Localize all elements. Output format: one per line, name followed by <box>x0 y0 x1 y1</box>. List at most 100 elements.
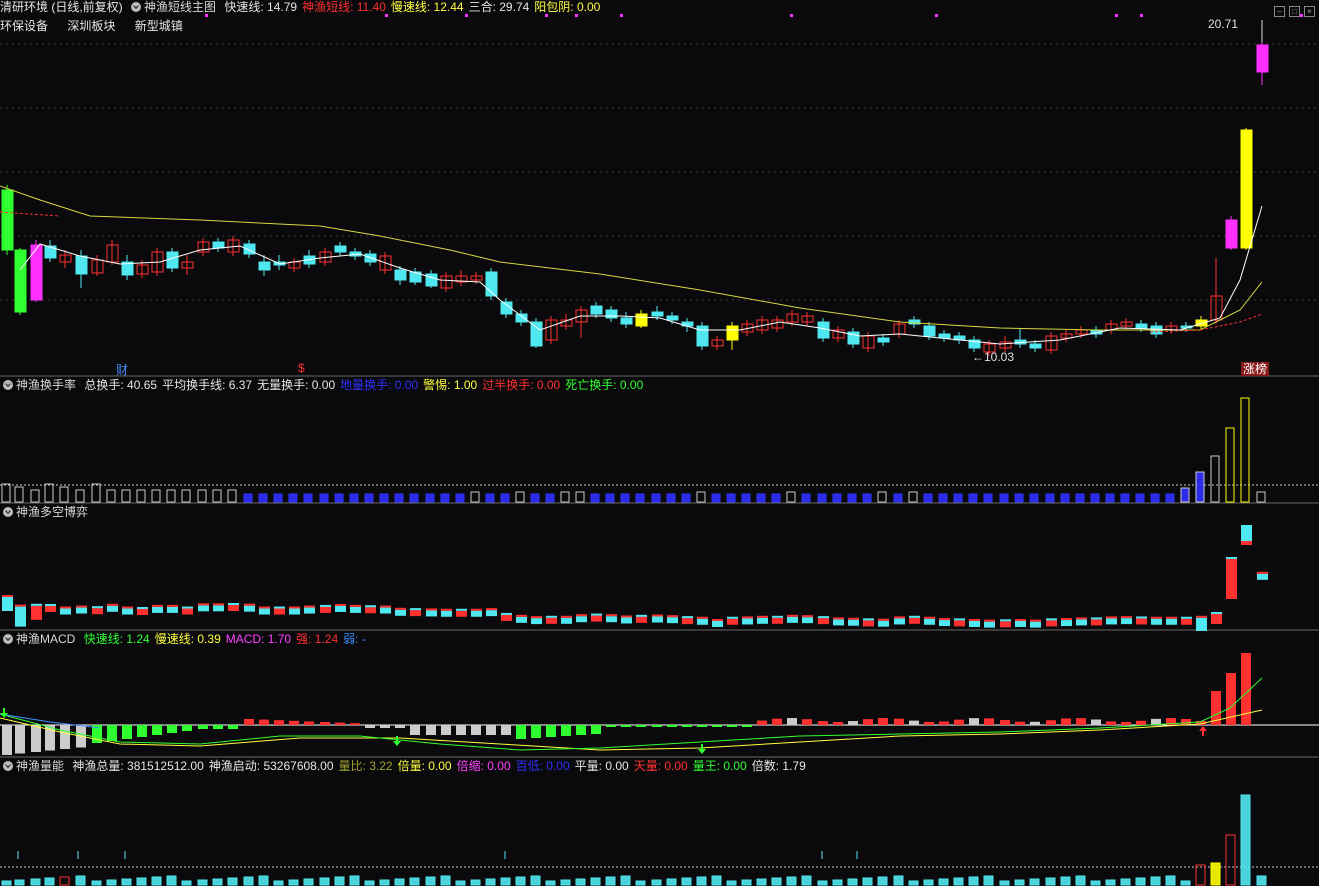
bull-bear-bar <box>757 615 768 618</box>
macd-bar <box>939 721 949 725</box>
turnover-bar <box>136 489 146 503</box>
candlestick-chart[interactable] <box>0 0 1319 377</box>
bull-bear-bar <box>471 608 482 611</box>
macd-bar <box>60 725 70 749</box>
game-name[interactable]: 神渔多空博弈 <box>16 505 88 519</box>
main-indicator-name[interactable]: 神渔短线主图 <box>144 0 216 14</box>
bull-bear-bar <box>1121 618 1132 625</box>
turnover-bar <box>455 493 465 503</box>
bull-bear-bar <box>1046 620 1057 627</box>
bull-bear-bar <box>1030 621 1041 628</box>
bull-bear-bar <box>787 616 798 623</box>
stock-name[interactable]: 清研环境 (日线,前复权) <box>0 0 123 14</box>
signal-dot <box>620 14 623 17</box>
bull-bear-bar <box>621 617 632 624</box>
dividend-marker[interactable]: $ <box>298 361 305 375</box>
board-item[interactable]: 新型城镇 <box>135 19 183 33</box>
macd-bar <box>1046 720 1056 725</box>
macd-bar <box>1076 718 1086 725</box>
turnover-bar <box>1135 493 1145 503</box>
turnover-bar <box>59 486 69 503</box>
macd-bar <box>561 725 571 736</box>
macd-bar <box>742 725 752 727</box>
macd-bar <box>697 725 707 727</box>
limit-up-badge[interactable]: 涨榜 <box>1241 362 1270 376</box>
settings-circle-icon[interactable] <box>3 634 13 644</box>
bull-bear-bar <box>167 606 178 613</box>
volume-bar <box>545 880 556 886</box>
bull-bear-bar <box>441 608 452 611</box>
turnover-bar <box>379 493 389 503</box>
macd-bar <box>1015 721 1025 725</box>
close-icon[interactable]: × <box>1304 6 1315 17</box>
bull-bear-bar <box>1000 621 1011 628</box>
turnover-bar <box>786 491 796 503</box>
signal-dot <box>1140 14 1143 17</box>
macd-bar <box>107 725 117 741</box>
macd-bar <box>833 721 843 725</box>
macd-bar <box>365 725 375 728</box>
bull-bear-bar <box>833 619 844 626</box>
bull-bear-bar <box>954 620 965 627</box>
turnover-chart[interactable] <box>0 378 1319 504</box>
macd-bar <box>531 725 541 738</box>
bull-bear-bar <box>667 617 678 624</box>
settings-circle-icon[interactable] <box>3 380 13 390</box>
volume-bar <box>1 880 12 886</box>
macd-bar <box>712 725 722 727</box>
signal-dot <box>790 14 793 17</box>
candle-body <box>605 309 618 319</box>
volume-bar <box>877 876 888 886</box>
macd-bar <box>304 721 314 725</box>
macd-name[interactable]: 神渔MACD <box>16 632 75 646</box>
bull-bear-bar <box>984 621 995 628</box>
candle-body <box>620 317 633 325</box>
indicator-value: 阳包阴: 0.00 <box>534 0 601 14</box>
volume-chart[interactable] <box>0 759 1319 886</box>
volume-bar <box>409 877 420 886</box>
macd-bar <box>289 720 299 725</box>
volume-bar <box>575 878 586 886</box>
board-item[interactable]: 环保设备 <box>0 19 48 33</box>
turnover-bar <box>1180 487 1190 503</box>
turnover-bar <box>938 493 948 503</box>
settings-circle-icon[interactable] <box>3 507 13 517</box>
volume-bar <box>908 880 919 886</box>
indicator-value: 百低: 0.00 <box>515 759 570 773</box>
bull-bear-bar <box>1196 617 1207 631</box>
volume-bar <box>394 878 405 886</box>
finance-marker[interactable]: 财 <box>116 361 128 378</box>
macd-bar <box>878 718 888 725</box>
volume-name[interactable]: 神渔量能 <box>16 759 64 773</box>
volume-bar <box>455 880 466 886</box>
volume-bar <box>75 875 86 886</box>
bull-bear-bar <box>92 608 103 615</box>
candle-body <box>938 333 951 339</box>
macd-bar <box>984 718 994 725</box>
macd-bar <box>259 719 269 725</box>
turnover-bar <box>681 493 691 503</box>
bull-bear-bar <box>561 615 572 618</box>
bull-bear-bar <box>1061 620 1072 627</box>
volume-bar <box>470 879 481 886</box>
bull-bear-bar <box>576 614 587 617</box>
indicator-value: 倍数: 1.79 <box>751 759 806 773</box>
bull-bear-bar <box>122 608 133 615</box>
bull-bear-bar <box>1181 618 1192 625</box>
turnover-name[interactable]: 神渔换手率 <box>16 378 76 392</box>
indicator-value: 警惕: 1.00 <box>423 378 478 392</box>
minimize-icon[interactable]: – <box>1274 6 1285 17</box>
bull-bear-bar <box>667 615 678 618</box>
macd-chart[interactable] <box>0 632 1319 758</box>
volume-bar <box>334 876 345 886</box>
volume-bar <box>1060 876 1071 886</box>
macd-bar <box>1030 721 1040 725</box>
settings-circle-icon[interactable] <box>131 2 142 12</box>
macd-bar <box>426 725 436 735</box>
restore-icon[interactable]: □ <box>1289 6 1300 17</box>
bull-bear-chart[interactable] <box>0 505 1319 631</box>
settings-circle-icon[interactable] <box>3 761 13 771</box>
turnover-bar <box>485 493 495 503</box>
turnover-bar <box>1075 493 1085 503</box>
board-item[interactable]: 深圳板块 <box>67 19 115 33</box>
